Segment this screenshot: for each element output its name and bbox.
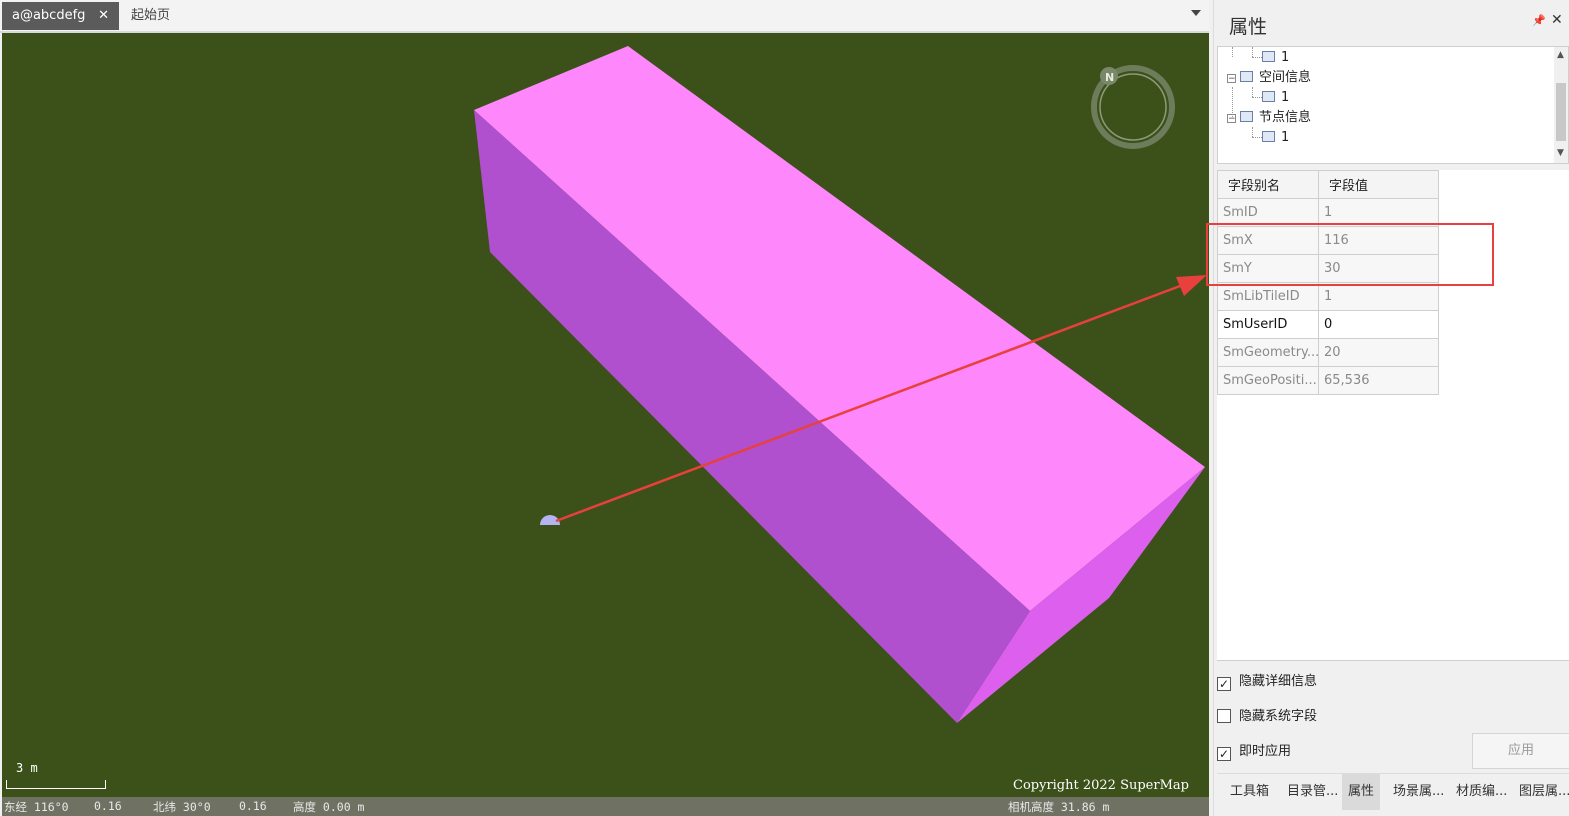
longitude-label: 东经 116°0: [4, 800, 69, 814]
field-name: SmGeoPositi...: [1217, 366, 1319, 395]
scrollbar-thumb[interactable]: [1556, 83, 1566, 141]
field-value-input[interactable]: 0: [1318, 310, 1439, 339]
latitude-label: 北纬 30°0: [153, 800, 211, 814]
collapse-icon[interactable]: −: [1227, 74, 1236, 84]
field-name: SmGeometry...: [1217, 338, 1319, 367]
tree-item[interactable]: 1: [1262, 49, 1289, 67]
hide-details-option[interactable]: ✓ 隐藏详细信息: [1217, 673, 1317, 691]
tab-toolbox[interactable]: 工具箱: [1226, 774, 1273, 810]
annotation-highlight-box: [1206, 223, 1494, 286]
tree-item[interactable]: 1: [1262, 89, 1289, 107]
node-info-icon: [1240, 111, 1253, 122]
field-value: 20: [1318, 338, 1439, 367]
properties-panel: 属性 📌 ✕ 1 − 空间信息 1 − 节点信息 1 ▲ ▼ 字段别名 字段值 …: [1213, 0, 1569, 816]
tab-scene-label: a@abcdefg: [12, 8, 86, 23]
compass-icon[interactable]: N: [1089, 63, 1181, 155]
spatial-info-icon: [1262, 91, 1275, 102]
tab-start-page[interactable]: 起始页: [121, 2, 180, 30]
tab-material-editor[interactable]: 材质编...: [1452, 774, 1511, 810]
field-value: 65,536: [1318, 366, 1439, 395]
close-icon[interactable]: ✕: [1551, 12, 1563, 28]
table-row: SmGeoPositi... 65,536: [1217, 366, 1439, 395]
table-row: SmLibTileID 1: [1217, 282, 1439, 311]
table-row: SmGeometry... 20: [1217, 338, 1439, 367]
camera-height-label: 相机高度 31.86 m: [1008, 800, 1110, 814]
tab-catalog[interactable]: 目录管...: [1283, 774, 1342, 810]
compass-north-label: N: [1105, 71, 1114, 84]
field-name: SmLibTileID: [1217, 282, 1319, 311]
hide-system-fields-checkbox[interactable]: [1217, 709, 1231, 723]
hide-details-checkbox[interactable]: ✓: [1217, 677, 1231, 691]
scroll-up-icon[interactable]: ▲: [1557, 50, 1564, 60]
table-header-row: 字段别名 字段值: [1217, 170, 1439, 199]
field-name: SmUserID: [1217, 310, 1319, 339]
spatial-info-icon: [1240, 71, 1253, 82]
node-info-icon: [1262, 131, 1275, 142]
light-marker-icon[interactable]: [540, 515, 560, 525]
scale-label: 3 m: [16, 761, 38, 775]
tab-scene[interactable]: a@abcdefg ✕: [2, 2, 119, 30]
apply-immediately-option[interactable]: ✓ 即时应用: [1217, 743, 1291, 761]
scroll-down-icon[interactable]: ▼: [1557, 148, 1564, 158]
latitude-value: 0.16: [239, 799, 267, 813]
tab-properties[interactable]: 属性: [1342, 774, 1381, 810]
column-header-value[interactable]: 字段值: [1318, 170, 1439, 199]
tree-item-node-info[interactable]: − 节点信息: [1227, 109, 1311, 127]
close-icon[interactable]: ✕: [98, 2, 109, 30]
tree-scrollbar[interactable]: ▲ ▼: [1554, 47, 1568, 163]
chevron-down-icon[interactable]: [1191, 10, 1201, 16]
longitude-value: 0.16: [94, 799, 122, 813]
document-tab-bar: a@abcdefg ✕ 起始页: [0, 0, 1209, 33]
column-header-alias[interactable]: 字段别名: [1217, 170, 1319, 199]
tree-item-spatial-info[interactable]: − 空间信息: [1227, 69, 1311, 87]
copyright-text: Copyright 2022 SuperMap: [1013, 778, 1189, 793]
object-tree[interactable]: 1 − 空间信息 1 − 节点信息 1 ▲ ▼: [1217, 46, 1569, 164]
apply-immediately-checkbox[interactable]: ✓: [1217, 747, 1231, 761]
field-value: 1: [1318, 282, 1439, 311]
hide-system-fields-option[interactable]: 隐藏系统字段: [1217, 708, 1317, 726]
apply-button[interactable]: 应用: [1472, 733, 1569, 769]
scene-status-bar: 东经 116°0 0.16 北纬 30°0 0.16 高度 0.00 m 相机高…: [2, 797, 1209, 816]
scale-bar: [6, 780, 106, 789]
table-row: SmUserID 0: [1217, 310, 1439, 339]
table-icon: [1262, 51, 1275, 62]
panel-title: 属性: [1229, 16, 1268, 38]
collapse-icon[interactable]: −: [1227, 114, 1236, 124]
bottom-tab-strip: 工具箱 目录管... 属性 场景属... 材质编... 图层属...: [1217, 773, 1569, 810]
scene-viewport[interactable]: N 3 m Copyright 2022 SuperMap 东经 116°0 0…: [2, 33, 1209, 816]
scene-geometry: [474, 46, 1205, 723]
tab-scene-properties[interactable]: 场景属...: [1389, 774, 1448, 810]
tab-layer-properties[interactable]: 图层属...: [1515, 774, 1569, 810]
pin-icon[interactable]: 📌: [1532, 14, 1546, 27]
tree-item[interactable]: 1: [1262, 129, 1289, 147]
altitude-label: 高度 0.00 m: [293, 800, 365, 814]
